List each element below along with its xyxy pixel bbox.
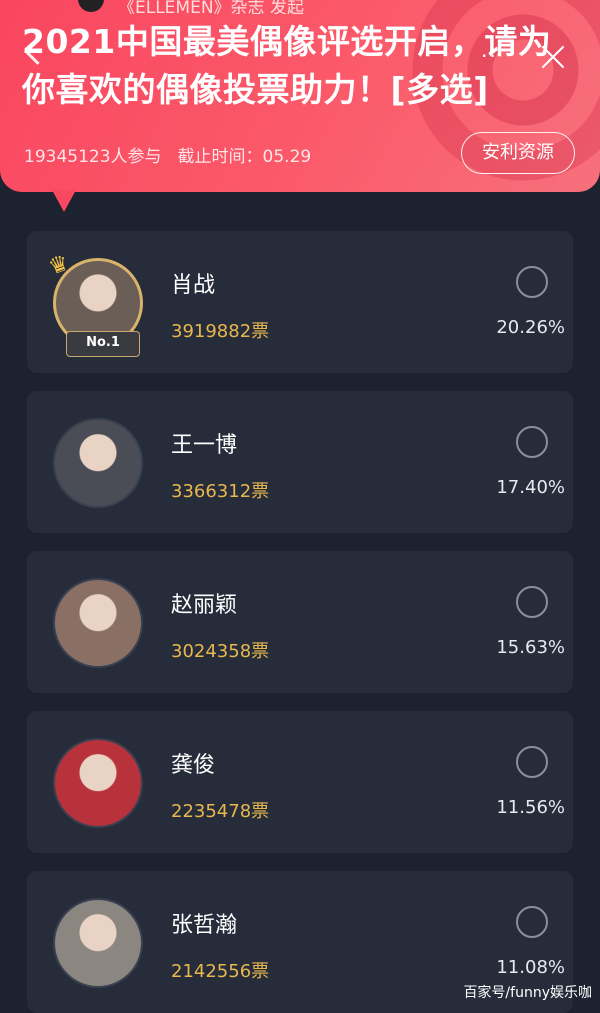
vote-percent: 17.40% — [496, 477, 565, 498]
vote-count: 2142556票 — [171, 961, 270, 982]
vote-percent: 11.56% — [496, 797, 565, 818]
candidate-name: 赵丽颖 — [171, 593, 238, 618]
candidate-card[interactable]: 王一博 3366312票 17.40% — [27, 391, 573, 533]
deadline: 截止时间：05.29 — [177, 147, 312, 167]
select-radio[interactable] — [516, 586, 548, 618]
avatar — [53, 898, 143, 988]
initiator-strip: 《ELLEMEN》杂志 发起 — [0, 0, 600, 14]
vote-count: 3919882票 — [171, 321, 270, 342]
candidate-card[interactable]: 龚俊 2235478票 11.56% — [27, 711, 573, 853]
candidate-name: 肖战 — [171, 273, 216, 298]
avatar — [53, 738, 143, 828]
avatar — [53, 418, 143, 508]
poll-meta: 19345123人参与 截止时间：05.29 — [24, 142, 311, 167]
select-radio[interactable] — [516, 426, 548, 458]
candidate-name: 龚俊 — [171, 753, 216, 778]
resource-button[interactable]: 安利资源 — [461, 132, 575, 174]
select-radio[interactable] — [516, 266, 548, 298]
more-icon[interactable]: ·· — [481, 44, 498, 68]
header-pointer — [52, 190, 76, 212]
vote-percent: 15.63% — [496, 637, 565, 658]
participant-count: 19345123人参与 — [24, 147, 162, 167]
initiator-text: 《ELLEMEN》杂志 发起 — [118, 0, 304, 14]
vote-percent: 20.26% — [496, 317, 565, 338]
vote-count: 3366312票 — [171, 481, 270, 502]
watermark: 百家号/funny娱乐咖 — [463, 985, 592, 1001]
candidate-name: 张哲瀚 — [171, 913, 238, 938]
select-radio[interactable] — [516, 906, 548, 938]
vote-count: 3024358票 — [171, 641, 270, 662]
rank-badge: No.1 — [66, 331, 140, 357]
initiator-avatar — [78, 0, 104, 12]
vote-percent: 11.08% — [496, 957, 565, 978]
candidate-name: 王一博 — [171, 433, 238, 458]
close-icon[interactable] — [540, 44, 566, 70]
poll-header: 《ELLEMEN》杂志 发起 2021中国最美偶像评选开启，请为你喜欢的偶像投票… — [0, 0, 600, 192]
candidate-card[interactable]: ♛ No.1 肖战 3919882票 20.26% — [27, 231, 573, 373]
candidate-card[interactable]: 赵丽颖 3024358票 15.63% — [27, 551, 573, 693]
select-radio[interactable] — [516, 746, 548, 778]
avatar — [53, 578, 143, 668]
vote-count: 2235478票 — [171, 801, 270, 822]
